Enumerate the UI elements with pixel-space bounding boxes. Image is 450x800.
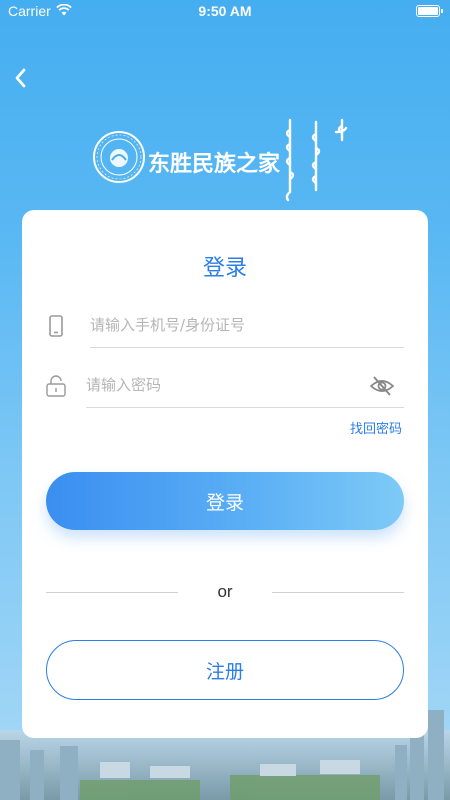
password-field xyxy=(44,364,404,408)
login-button[interactable]: 登录 xyxy=(46,472,404,530)
password-underline xyxy=(86,407,404,408)
forgot-password-link[interactable]: 找回密码 xyxy=(350,418,402,437)
divider-line-right xyxy=(272,592,404,593)
password-input[interactable] xyxy=(86,364,400,406)
app-logo: 东胜民族之家 xyxy=(92,112,372,202)
eye-hidden-icon[interactable] xyxy=(370,374,394,398)
back-button[interactable] xyxy=(8,62,32,94)
mongolian-script-logo xyxy=(285,118,348,202)
phone-underline xyxy=(90,347,404,348)
battery-icon xyxy=(416,5,443,17)
logo-title: 东胜民族之家 xyxy=(148,152,281,177)
lock-icon xyxy=(46,375,66,397)
phone-input[interactable] xyxy=(90,304,404,346)
status-time: 9:50 AM xyxy=(198,3,252,19)
status-bar: Carrier 9:50 AM xyxy=(0,0,450,22)
register-button[interactable]: 注册 xyxy=(46,640,404,700)
login-title: 登录 xyxy=(202,256,247,281)
phone-field xyxy=(44,304,404,348)
phone-icon xyxy=(49,315,63,337)
chevron-left-icon xyxy=(15,68,26,88)
emblem-logo xyxy=(93,131,145,183)
login-card: 登录 找回密码 登录 or 注册 xyxy=(22,210,428,738)
